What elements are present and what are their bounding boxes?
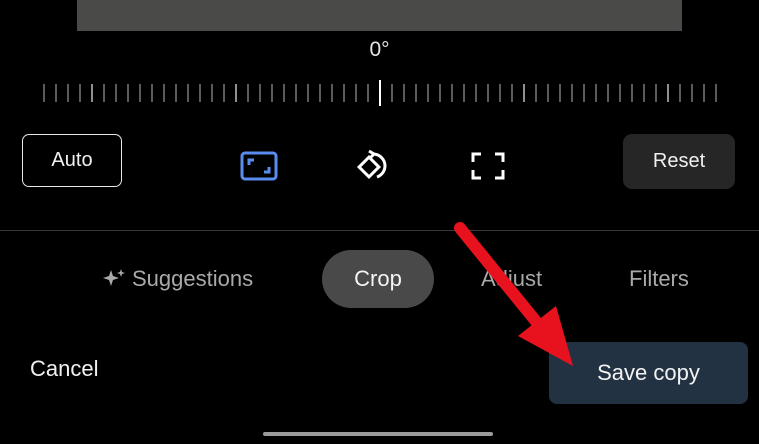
save-copy-button[interactable]: Save copy [549, 342, 748, 404]
tab-adjust[interactable]: Adjust [481, 250, 542, 308]
rotation-angle-readout: 0° [369, 38, 390, 61]
reset-button[interactable]: Reset [623, 134, 735, 189]
save-copy-label: Save copy [597, 360, 700, 385]
auto-button-label: Auto [51, 149, 93, 171]
free-crop-icon[interactable] [468, 146, 508, 186]
auto-button[interactable]: Auto [22, 134, 122, 187]
tab-filters-label: Filters [629, 266, 689, 291]
rotate-icon[interactable] [353, 146, 393, 186]
sparkle-icon [102, 267, 126, 291]
tab-crop-label: Crop [354, 266, 402, 291]
aspect-ratio-icon[interactable] [239, 146, 279, 186]
tab-crop[interactable]: Crop [322, 250, 434, 308]
rotation-ruler[interactable] [40, 80, 720, 108]
tab-adjust-label: Adjust [481, 266, 543, 291]
tab-suggestions-label: Suggestions [132, 266, 254, 291]
cancel-button[interactable]: Cancel [30, 356, 98, 382]
rotation-ruler-ticks [43, 80, 717, 106]
divider [0, 230, 759, 231]
reset-button-label: Reset [652, 150, 706, 172]
tab-suggestions[interactable]: Suggestions [102, 250, 253, 308]
tab-filters[interactable]: Filters [629, 250, 689, 308]
photo-preview [77, 0, 682, 31]
home-indicator [263, 432, 493, 436]
